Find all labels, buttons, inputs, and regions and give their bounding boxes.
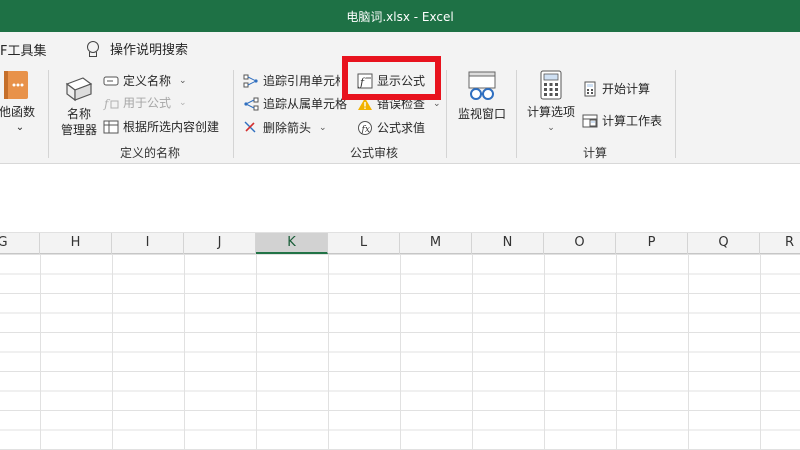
column-header-n[interactable]: N <box>472 233 544 254</box>
watch-window-label: 监视窗口 <box>457 107 506 121</box>
create-from-selection-label: 根据所选内容创建 <box>123 120 220 134</box>
calc-sheet-icon <box>582 113 598 129</box>
name-manager-label-1: 名称 <box>66 107 91 121</box>
grid-line <box>40 254 41 450</box>
watch-window-glasses-icon <box>468 71 496 100</box>
trace-dependents-button[interactable]: 追踪从属单元格 <box>243 95 347 112</box>
ribbon-separator <box>446 70 447 158</box>
column-headers: G H I J K L M N O P Q R <box>0 233 800 254</box>
function-book-icon <box>4 71 28 99</box>
remove-arrows-icon <box>243 120 259 136</box>
trace-precedents-icon <box>243 73 259 89</box>
calc-now-label: 开始计算 <box>602 82 651 96</box>
column-header-o[interactable]: O <box>544 233 616 254</box>
calc-now-icon <box>582 81 598 97</box>
column-header-r[interactable]: R <box>760 233 800 254</box>
other-functions-label: 其他函数 <box>0 105 35 119</box>
calculator-icon <box>540 70 562 100</box>
ribbon-separator <box>233 70 234 158</box>
chevron-down-icon: ⌄ <box>547 123 555 133</box>
grid-line <box>256 254 257 450</box>
tell-me-label: 操作说明搜索 <box>110 43 189 58</box>
grid-line <box>616 254 617 450</box>
remove-arrows-button[interactable]: 删除箭头 ⌄ <box>243 119 327 136</box>
grid-line <box>544 254 545 450</box>
trace-dependents-icon <box>243 96 259 112</box>
grid-line <box>400 254 401 450</box>
group-label-calc: 计算 <box>582 146 607 160</box>
create-from-selection-button[interactable]: 根据所选内容创建 <box>103 118 219 135</box>
watch-window-button[interactable]: 监视窗口 <box>454 70 510 122</box>
ribbon-formulas: 其他函数 ⌄ 名称 管理器 定义名称 ⌄ ƒ 用于公式 ⌄ 根据所选内容创建 定… <box>0 56 800 164</box>
window-title: 电脑词.xlsx - Excel <box>346 10 454 24</box>
evaluate-formula-button[interactable]: fx 公式求值 <box>357 119 425 136</box>
tell-me-search[interactable]: 操作说明搜索 <box>84 39 188 58</box>
calc-sheet-button[interactable]: 计算工作表 <box>582 112 662 129</box>
column-header-h[interactable]: H <box>40 233 112 254</box>
column-header-l[interactable]: L <box>328 233 400 254</box>
define-name-label: 定义名称 <box>123 74 172 88</box>
function-fx-icon: ƒ <box>101 95 119 111</box>
tab-pdf-tools[interactable]: F工具集 <box>0 40 46 59</box>
calc-options-button[interactable]: 计算选项 ⌄ <box>522 70 580 136</box>
remove-arrows-label: 删除箭头 <box>263 121 312 135</box>
title-bar: 电脑词.xlsx - Excel <box>0 0 800 32</box>
calc-sheet-label: 计算工作表 <box>602 114 663 128</box>
trace-precedents-button[interactable]: 追踪引用单元格 <box>243 72 340 89</box>
chevron-down-icon: ⌄ <box>15 122 25 133</box>
ribbon-separator <box>48 70 49 158</box>
column-header-j[interactable]: J <box>184 233 256 254</box>
lightbulb-icon <box>84 40 100 58</box>
chevron-down-icon: ⌄ <box>319 122 327 133</box>
column-header-k[interactable]: K <box>256 233 328 254</box>
grid-create-icon <box>103 119 119 135</box>
other-functions-button[interactable]: 其他函数 ⌄ <box>0 70 40 136</box>
evaluate-formula-label: 公式求值 <box>377 121 426 135</box>
calc-now-button[interactable]: 开始计算 <box>582 80 650 97</box>
tag-icon <box>103 73 119 89</box>
define-name-button[interactable]: 定义名称 ⌄ <box>103 72 187 89</box>
chevron-down-icon: ⌄ <box>433 98 441 109</box>
grid-line <box>688 254 689 450</box>
name-manager-button[interactable]: 名称 管理器 <box>58 72 100 138</box>
chevron-down-icon: ⌄ <box>179 75 187 86</box>
svg-text:fx: fx <box>361 125 370 135</box>
grid-line <box>184 254 185 450</box>
group-label-audit: 公式审核 <box>349 146 398 160</box>
evaluate-formula-icon: fx <box>357 120 373 136</box>
svg-text:ƒ: ƒ <box>103 97 111 111</box>
formula-bar-area <box>0 165 800 233</box>
column-header-g[interactable]: G <box>0 233 40 254</box>
column-header-i[interactable]: I <box>112 233 184 254</box>
grid-line <box>760 254 761 450</box>
name-manager-label-2: 管理器 <box>60 123 97 137</box>
ribbon-separator <box>516 70 517 158</box>
calc-options-label: 计算选项 <box>526 105 575 119</box>
column-header-q[interactable]: Q <box>688 233 760 254</box>
trace-dependents-label: 追踪从属单元格 <box>263 97 347 111</box>
grid-line <box>112 254 113 450</box>
name-manager-icon <box>65 77 93 102</box>
column-header-p[interactable]: P <box>616 233 688 254</box>
use-in-formula-button[interactable]: ƒ 用于公式 ⌄ <box>101 94 187 111</box>
highlight-box <box>342 56 441 100</box>
use-in-formula-label: 用于公式 <box>123 96 172 110</box>
group-label-names: 定义的名称 <box>119 146 180 160</box>
grid-line <box>328 254 329 450</box>
chevron-down-icon: ⌄ <box>179 97 187 108</box>
grid-line <box>472 254 473 450</box>
column-header-m[interactable]: M <box>400 233 472 254</box>
trace-precedents-label: 追踪引用单元格 <box>263 74 340 88</box>
ribbon-separator <box>675 70 676 158</box>
